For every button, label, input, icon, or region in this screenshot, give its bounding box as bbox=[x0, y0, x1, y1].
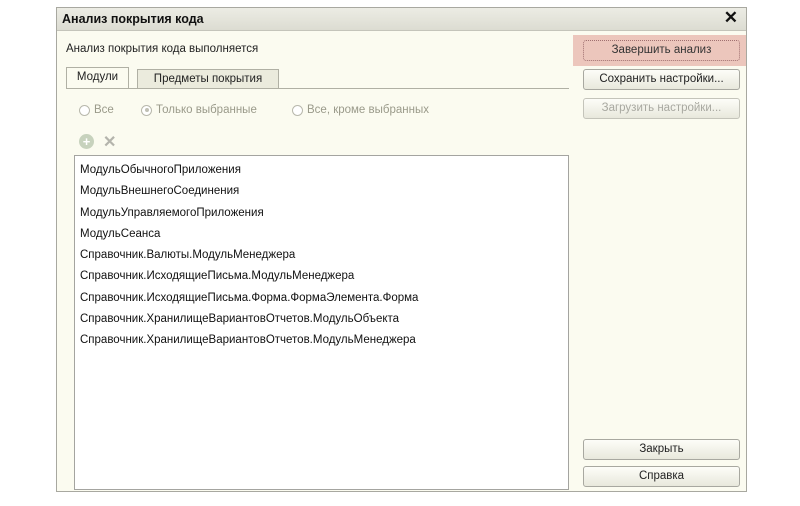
radio-selected-only[interactable]: Только выбранные bbox=[141, 104, 257, 116]
list-item[interactable]: Справочник.ХранилищеВариантовОтчетов.Мод… bbox=[75, 330, 568, 351]
finish-analysis-button[interactable]: Завершить анализ bbox=[583, 40, 740, 61]
radio-all[interactable]: Все bbox=[79, 104, 114, 116]
list-item[interactable]: МодульВнешнегоСоединения bbox=[75, 181, 568, 202]
help-button[interactable]: Справка bbox=[583, 466, 740, 487]
list-item[interactable]: Справочник.ИсходящиеПисьма.МодульМенедже… bbox=[75, 266, 568, 287]
list-item[interactable]: Справочник.ХранилищеВариантовОтчетов.Мод… bbox=[75, 309, 568, 330]
list-item[interactable]: МодульОбычногоПриложения bbox=[75, 160, 568, 181]
radio-all-except[interactable]: Все, кроме выбранных bbox=[292, 104, 429, 116]
title-bar: Анализ покрытия кода ✕ bbox=[57, 8, 746, 31]
close-button[interactable]: Закрыть bbox=[583, 439, 740, 460]
radio-circle bbox=[79, 104, 90, 116]
modules-list[interactable]: МодульОбычногоПриложения МодульВнешнегоСо… bbox=[74, 155, 569, 490]
radio-all-except-label: Все, кроме выбранных bbox=[307, 104, 429, 116]
list-item[interactable]: МодульУправляемогоПриложения bbox=[75, 203, 568, 224]
radio-circle-checked bbox=[141, 104, 152, 116]
list-item[interactable]: Справочник.ИсходящиеПисьма.Форма.ФормаЭл… bbox=[75, 288, 568, 309]
status-text: Анализ покрытия кода выполняется bbox=[66, 43, 259, 55]
coverage-dialog: Анализ покрытия кода ✕ Анализ покрытия к… bbox=[56, 7, 747, 492]
tab-modules[interactable]: Модули bbox=[66, 67, 129, 89]
list-item[interactable]: МодульСеанса bbox=[75, 224, 568, 245]
radio-selected-only-label: Только выбранные bbox=[156, 104, 257, 116]
close-icon[interactable]: ✕ bbox=[724, 8, 738, 28]
radio-circle bbox=[292, 104, 303, 116]
add-icon[interactable]: + bbox=[79, 134, 94, 149]
tab-coverage-items[interactable]: Предметы покрытия bbox=[137, 69, 279, 89]
window-title: Анализ покрытия кода bbox=[62, 12, 204, 26]
delete-icon[interactable]: ✕ bbox=[103, 132, 116, 152]
save-settings-button[interactable]: Сохранить настройки... bbox=[583, 69, 740, 90]
load-settings-button[interactable]: Загрузить настройки... bbox=[583, 98, 740, 119]
list-item[interactable]: Справочник.Валюты.МодульМенеджера bbox=[75, 245, 568, 266]
radio-all-label: Все bbox=[94, 104, 114, 116]
